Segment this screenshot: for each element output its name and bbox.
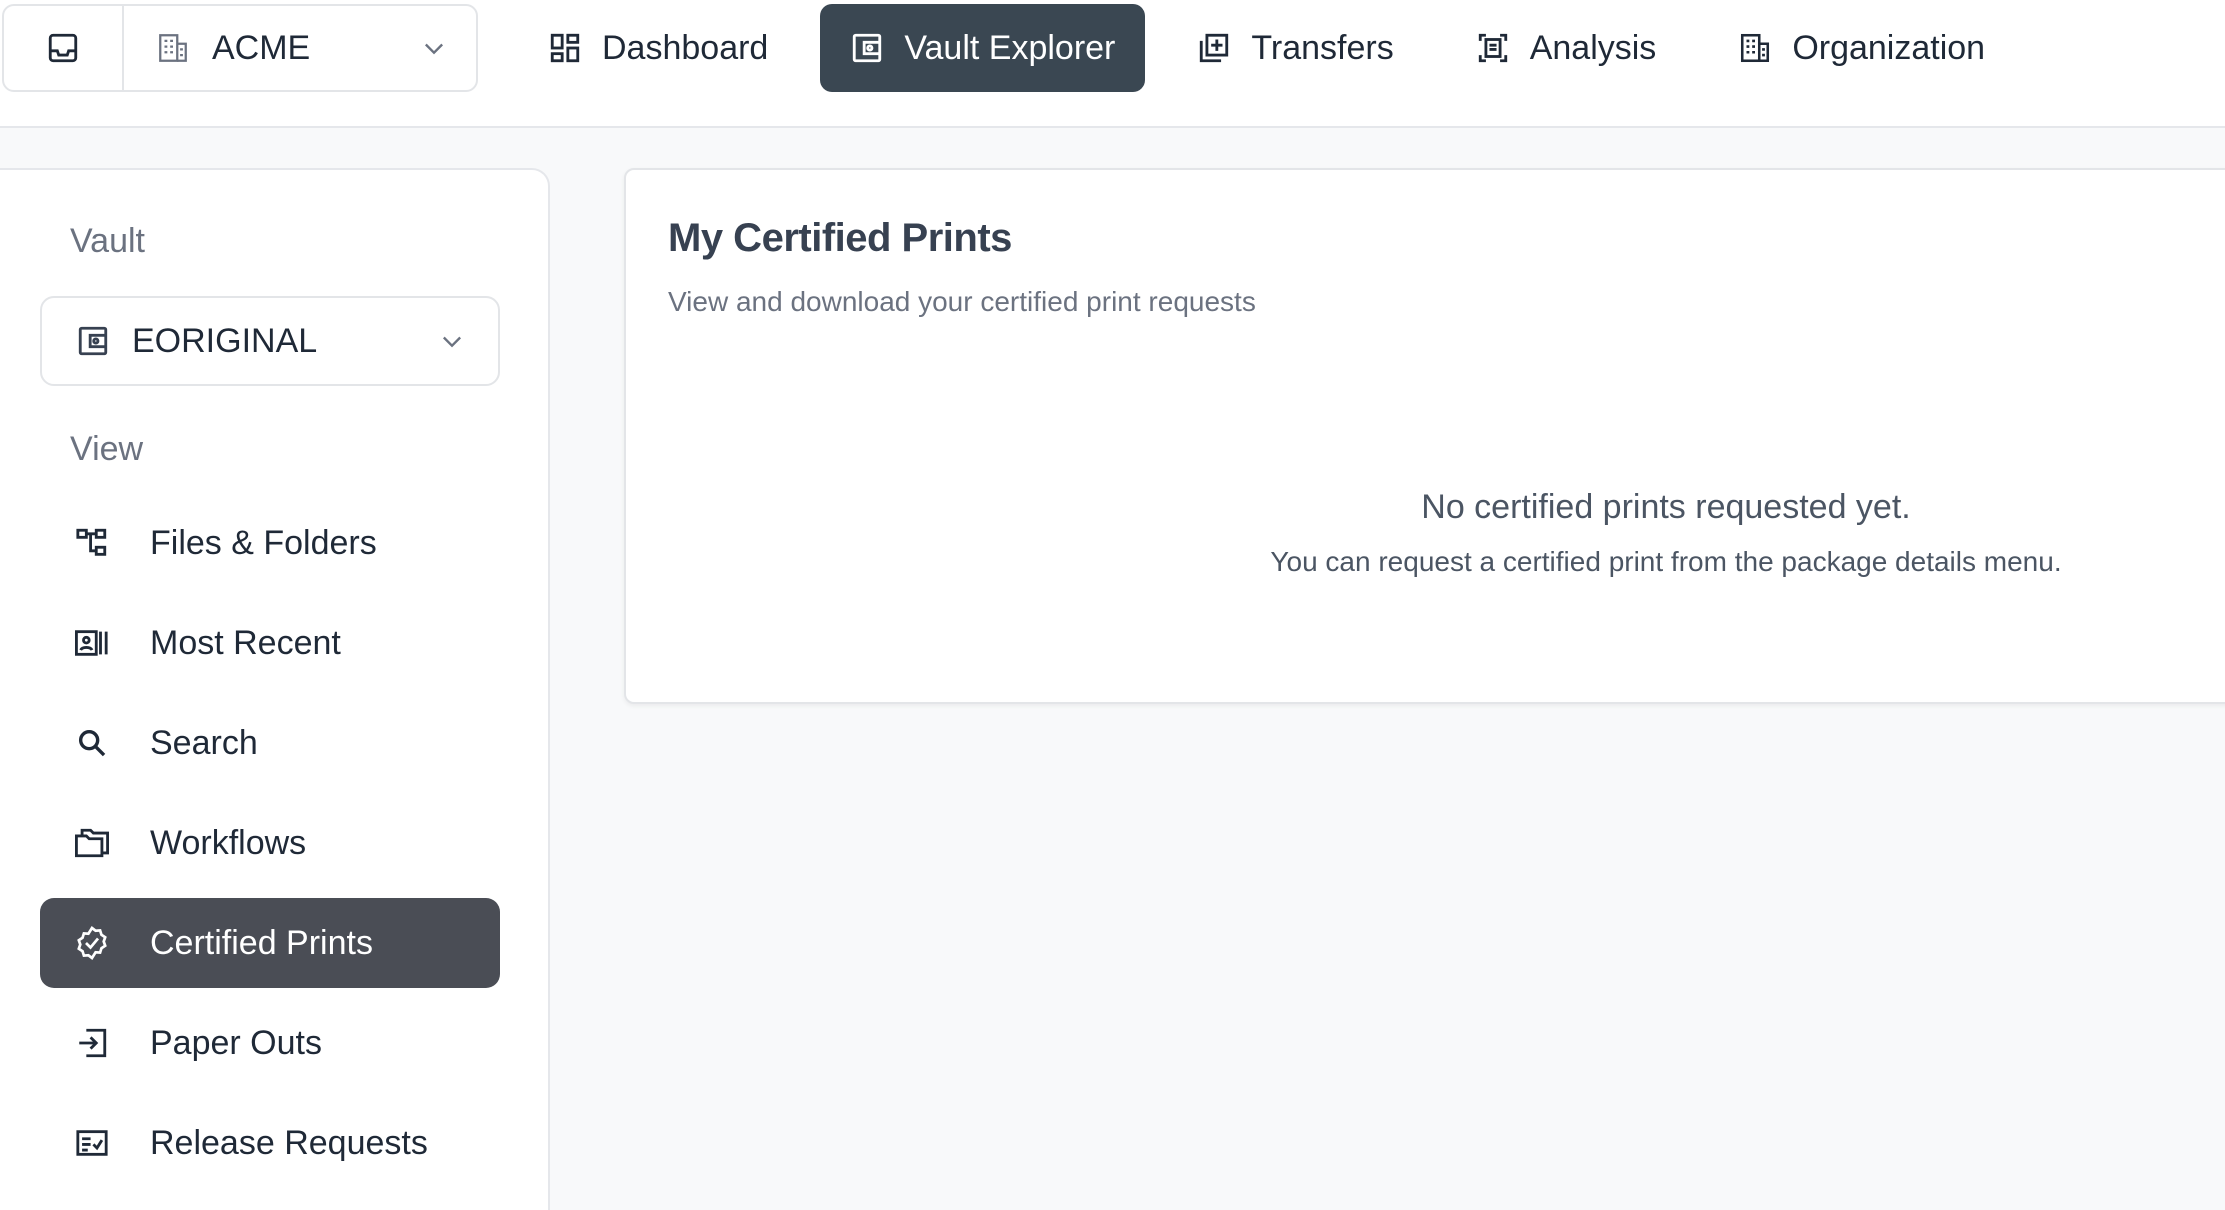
paper-out-icon [72,1026,112,1060]
empty-state-title: No certified prints requested yet. [1421,488,1911,526]
nav-label: Organization [1792,28,1986,67]
inbox-button[interactable] [4,6,124,90]
sidebar-item-most-recent[interactable]: Most Recent [40,598,500,688]
sidebar-item-label: Most Recent [150,623,341,662]
sidebar-item-release-requests[interactable]: Release Requests [40,1098,500,1188]
release-request-icon [72,1126,112,1160]
dashboard-icon [548,31,582,65]
analysis-icon [1476,31,1510,65]
sidebar-item-paper-outs[interactable]: Paper Outs [40,998,500,1088]
chevron-down-icon [420,34,448,62]
certified-prints-card: My Certified Prints View and download yo… [624,168,2225,704]
top-bar: ACME Dashboard Vault Explorer Transfers … [0,0,2225,128]
sidebar-item-workflows[interactable]: Workflows [40,798,500,888]
certified-badge-icon [72,925,112,961]
page-title: My Certified Prints [668,216,1012,260]
chevron-down-icon [438,327,466,355]
sidebar-item-label: Release Requests [150,1123,428,1162]
nav-transfers[interactable]: Transfers [1167,4,1423,92]
nav-label: Dashboard [602,28,769,67]
building-icon [156,31,190,65]
sidebar-item-label: Workflows [150,823,307,862]
search-icon [72,726,112,760]
org-select[interactable]: ACME [124,6,476,90]
nav-label: Vault Explorer [904,28,1116,67]
vault-name: EORIGINAL [132,321,318,360]
vault-select[interactable]: EORIGINAL [40,296,500,386]
transfers-icon [1197,31,1231,65]
sidebar: Vault EORIGINAL View Files & Folders Mos… [0,168,550,1210]
sidebar-item-search[interactable]: Search [40,698,500,788]
nav-analysis[interactable]: Analysis [1446,4,1687,92]
nav-organization[interactable]: Organization [1708,4,2015,92]
workflows-icon [72,826,112,860]
org-name: ACME [212,28,311,67]
sidebar-item-certified-prints[interactable]: Certified Prints [40,898,500,988]
inbox-icon [46,31,80,65]
nav-label: Analysis [1529,28,1657,67]
main-nav: Dashboard Vault Explorer Transfers Analy… [518,4,2037,92]
folder-tree-icon [72,526,112,560]
sidebar-item-files-folders[interactable]: Files & Folders [40,498,500,588]
sidebar-item-label: Paper Outs [150,1023,322,1062]
org-switcher: ACME [2,4,478,92]
empty-state-message: You can request a certified print from t… [1270,546,2062,577]
vault-icon [850,31,884,65]
vault-section-label: Vault [70,222,145,260]
nav-vault-explorer[interactable]: Vault Explorer [820,4,1146,92]
vault-icon [76,324,110,358]
page-subtitle: View and download your certified print r… [668,286,1256,317]
recent-icon [72,626,112,660]
sidebar-item-label: Files & Folders [150,523,377,562]
sidebar-item-label: Certified Prints [150,923,373,962]
nav-dashboard[interactable]: Dashboard [518,4,798,92]
sidebar-item-label: Search [150,723,258,762]
nav-label: Transfers [1251,28,1394,67]
building-icon [1738,31,1772,65]
view-section-label: View [70,430,144,468]
